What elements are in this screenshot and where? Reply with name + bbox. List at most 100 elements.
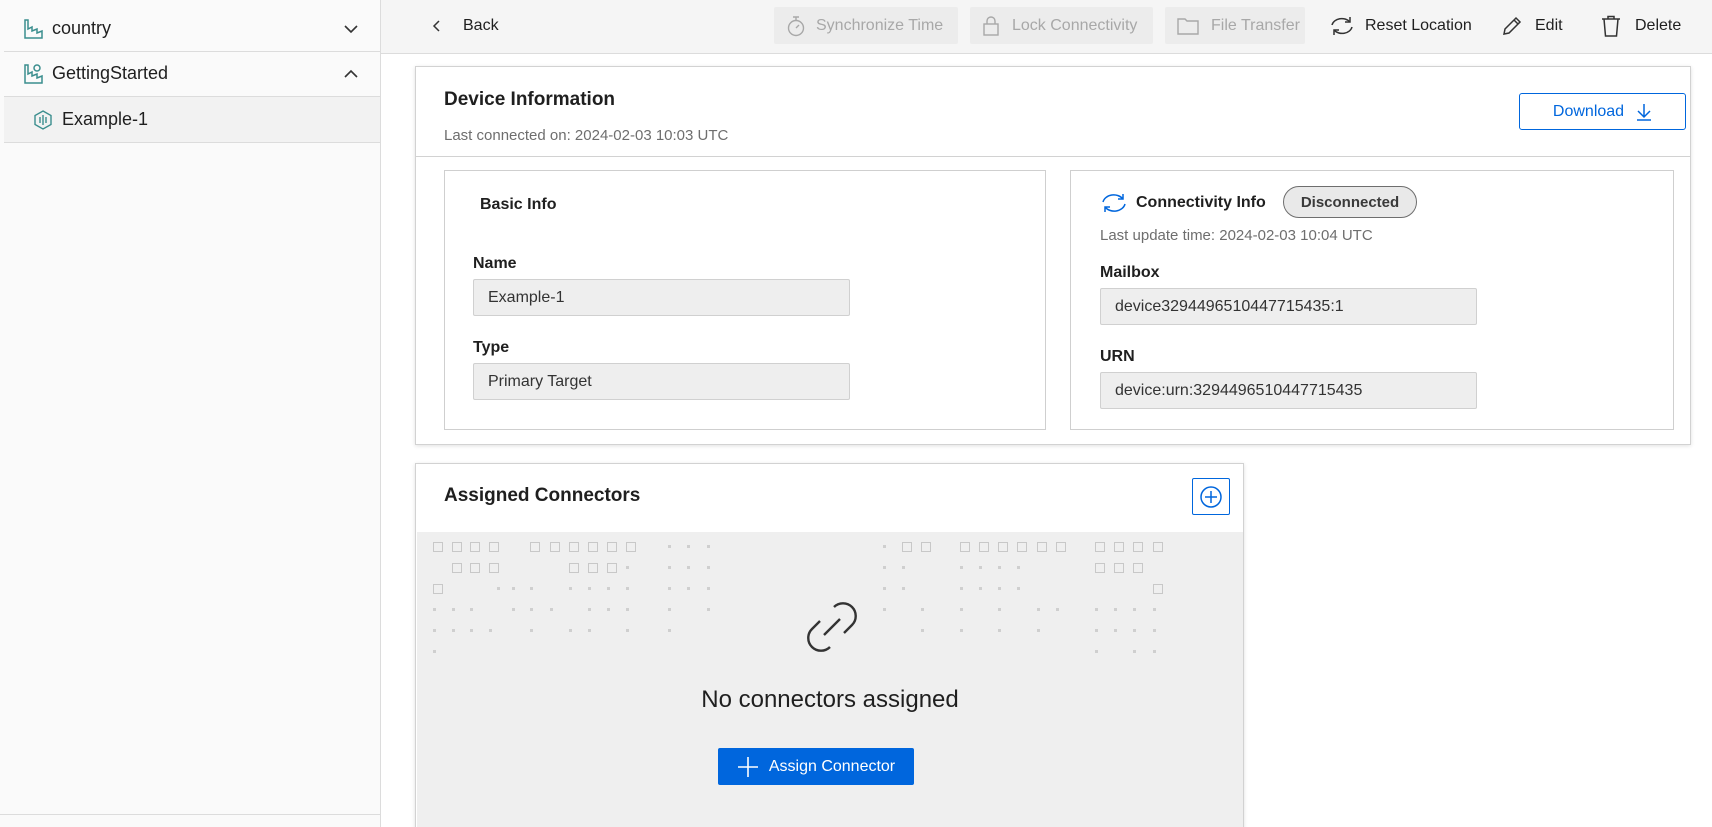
pattern-dot (1037, 542, 1047, 552)
synchronize-time-button[interactable]: Synchronize Time (774, 7, 958, 44)
pattern-dot (433, 629, 436, 632)
download-button[interactable]: Download (1519, 93, 1686, 130)
empty-message: No connectors assigned (701, 686, 959, 713)
pattern-dot (626, 629, 629, 632)
divider (416, 156, 1690, 157)
urn-label: URN (1100, 348, 1135, 365)
add-connector-button[interactable] (1192, 478, 1230, 515)
pattern-dot (452, 629, 455, 632)
pattern-dot (1056, 608, 1059, 611)
pattern-dot (470, 629, 473, 632)
download-icon (1637, 103, 1652, 121)
pattern-dot (1095, 650, 1098, 653)
pattern-dot (998, 608, 1001, 611)
sidebar-item-example-1[interactable]: Example-1 (4, 97, 380, 143)
chevron-up-icon[interactable] (342, 65, 360, 83)
pattern-dot (902, 587, 905, 590)
pattern-dot (1133, 563, 1143, 573)
pattern-dot (452, 542, 462, 552)
edit-label: Edit (1535, 16, 1563, 34)
pattern-dot (550, 542, 560, 552)
name-field[interactable]: Example-1 (473, 279, 850, 316)
pattern-dot (960, 629, 963, 632)
pattern-dot (607, 563, 617, 573)
delete-button[interactable]: Delete (1601, 7, 1681, 44)
pattern-dot (626, 542, 636, 552)
pattern-dot (588, 587, 591, 590)
pattern-dot (452, 608, 455, 611)
pattern-dot (960, 566, 963, 569)
device-information-card: Device Information Last connected on: 20… (415, 66, 1691, 445)
pattern-dot (569, 629, 572, 632)
pattern-dot (1153, 608, 1156, 611)
pattern-dot (883, 608, 886, 611)
plant-icon (22, 18, 44, 40)
chevron-down-icon[interactable] (342, 20, 360, 38)
last-connected-text: Last connected on: 2024-02-03 10:03 UTC (444, 127, 729, 144)
plant-building-icon (22, 63, 44, 85)
pattern-dot (512, 608, 515, 611)
pattern-dot (530, 587, 533, 590)
type-label: Type (473, 339, 510, 356)
folder-icon (1177, 17, 1199, 35)
pattern-dot (626, 566, 629, 569)
connectivity-info-panel: Connectivity Info Disconnected Last upda… (1070, 170, 1674, 430)
delete-label: Delete (1635, 16, 1682, 34)
pattern-dot (588, 608, 591, 611)
pattern-dot (668, 587, 671, 590)
pattern-dot (921, 542, 931, 552)
device-icon (32, 109, 54, 131)
pattern-dot (1133, 629, 1136, 632)
sidebar: country GettingStarted Example-1 (0, 0, 381, 827)
pattern-dot (1095, 608, 1098, 611)
sidebar-item-label: country (52, 18, 112, 38)
pattern-dot (433, 584, 443, 594)
sidebar-item-country[interactable]: country (4, 6, 380, 52)
back-button[interactable]: Back (431, 7, 499, 44)
pattern-dot (1153, 629, 1156, 632)
add-circle-icon (1200, 485, 1222, 508)
urn-field[interactable]: device:urn:3294496510447715435 (1100, 372, 1477, 409)
pattern-dot (1017, 566, 1020, 569)
pattern-dot (998, 629, 1001, 632)
empty-state: No connectors assigned Assign Connector (417, 532, 1243, 827)
pattern-dot (433, 542, 443, 552)
assign-connector-button[interactable]: Assign Connector (718, 748, 914, 785)
pattern-dot (497, 587, 500, 590)
pattern-dot (1153, 542, 1163, 552)
reset-location-button[interactable]: Reset Location (1329, 7, 1472, 44)
pattern-dot (470, 542, 480, 552)
pattern-dot (433, 650, 436, 653)
sidebar-item-label: Example-1 (62, 109, 149, 129)
back-label: Back (463, 16, 499, 34)
pattern-dot (512, 587, 515, 590)
pattern-dot (626, 587, 629, 590)
pattern-dot (1114, 608, 1117, 611)
pattern-dot (530, 629, 533, 632)
assigned-connectors-title: Assigned Connectors (444, 485, 641, 506)
plus-icon (737, 756, 758, 777)
pattern-dot (998, 566, 1001, 569)
type-field[interactable]: Primary Target (473, 363, 850, 400)
pattern-dot (883, 545, 886, 548)
pattern-dot (902, 542, 912, 552)
pattern-dot (668, 566, 671, 569)
sidebar-item-gettingstarted[interactable]: GettingStarted (4, 51, 380, 97)
lock-icon (983, 15, 999, 36)
pattern-dot (921, 629, 924, 632)
pattern-dot (470, 563, 480, 573)
lock-connectivity-button[interactable]: Lock Connectivity (970, 7, 1153, 44)
lock-connectivity-label: Lock Connectivity (1012, 16, 1138, 34)
pattern-dot (530, 542, 540, 552)
pattern-dot (998, 587, 1001, 590)
mailbox-field[interactable]: device3294496510447715435:1 (1100, 288, 1477, 325)
pattern-dot (588, 563, 598, 573)
pattern-dot (1017, 542, 1027, 552)
file-transfer-button[interactable]: File Transfer (1165, 7, 1305, 44)
pattern-dot (607, 608, 610, 611)
edit-button[interactable]: Edit (1501, 7, 1563, 44)
pattern-dot (979, 587, 982, 590)
stopwatch-icon (787, 15, 805, 36)
pattern-dot (1114, 629, 1117, 632)
pattern-dot (1153, 650, 1156, 653)
